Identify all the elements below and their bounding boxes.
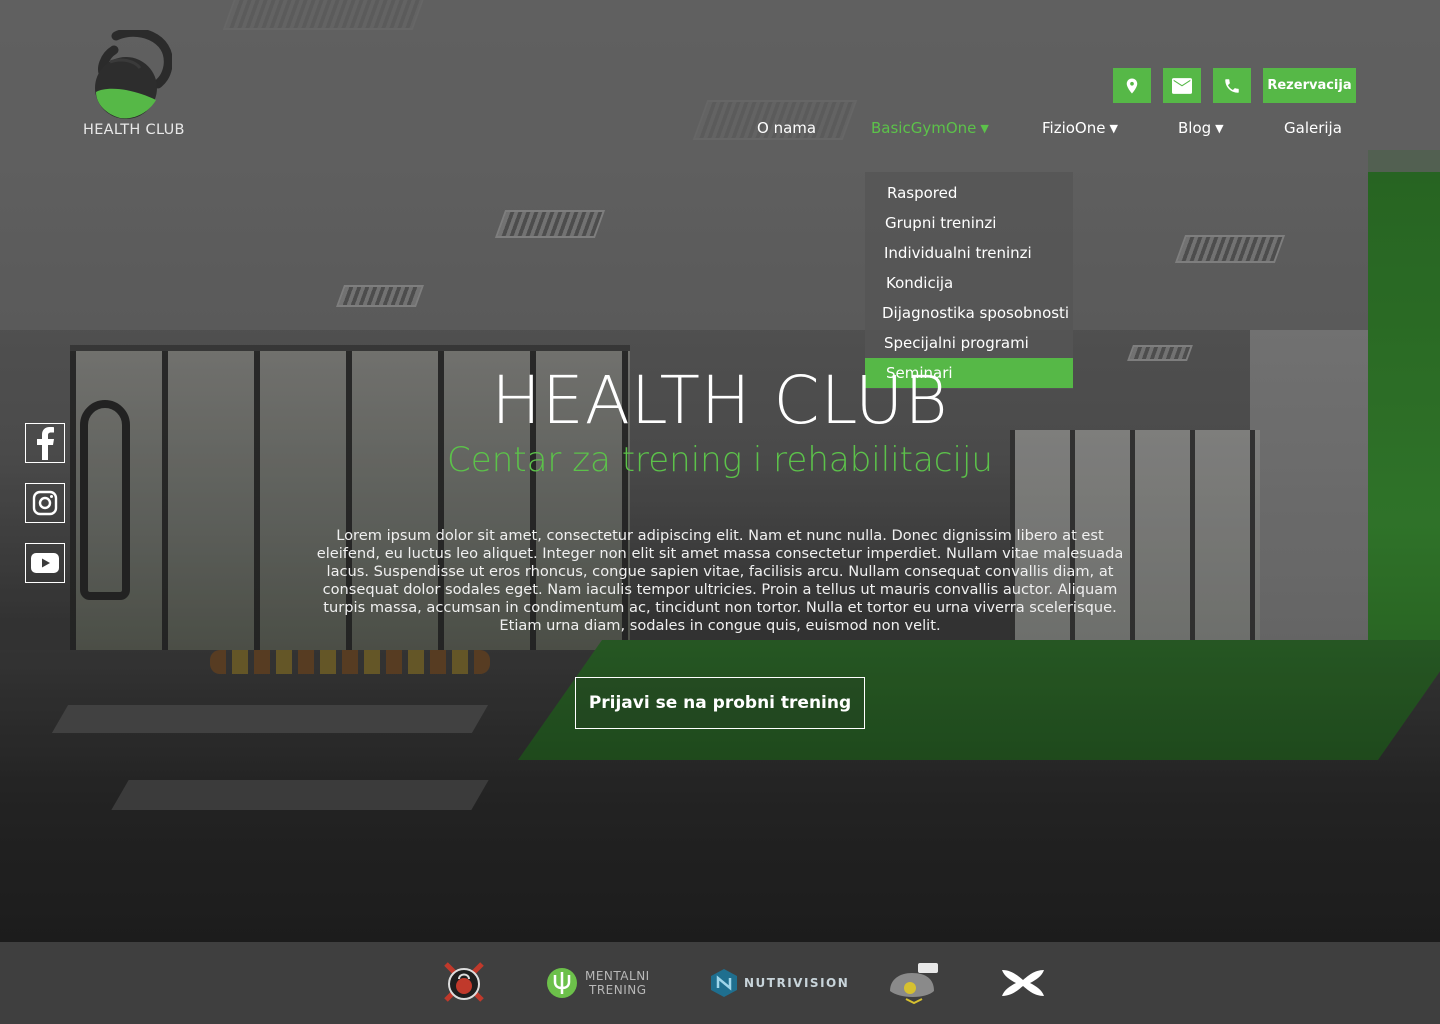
mail-icon xyxy=(1172,77,1192,94)
nav-item-galerija[interactable]: Galerija xyxy=(1284,119,1342,137)
under-armour-logo-icon xyxy=(1002,970,1044,996)
youtube-button[interactable] xyxy=(25,543,65,583)
mail-button[interactable] xyxy=(1163,68,1201,103)
main-nav: O nama BasicGymOne ▼ FizioOne ▼ Blog ▼ Gale… xyxy=(0,119,1440,141)
phone-button[interactable] xyxy=(1213,68,1251,103)
top-actions: Rezervacija xyxy=(1113,68,1356,103)
mountain-badge-icon xyxy=(890,963,938,1005)
location-button[interactable] xyxy=(1113,68,1151,103)
hero-description: Lorem ipsum dolor sit amet, consectetur … xyxy=(316,527,1124,634)
partner-basic-logo[interactable] xyxy=(440,942,488,1024)
location-pin-icon xyxy=(1126,78,1138,93)
partner-under-armour[interactable] xyxy=(998,942,1048,1024)
nav-item-label: BasicGymOne xyxy=(871,119,977,137)
caret-down-icon: ▼ xyxy=(1109,122,1118,135)
partner-nutrivision[interactable]: NUTRIVISION xyxy=(710,942,849,1024)
nav-item-label: Blog xyxy=(1178,119,1212,137)
reservation-button[interactable]: Rezervacija xyxy=(1263,68,1356,103)
nav-item-blog[interactable]: Blog ▼ xyxy=(1178,119,1224,137)
youtube-icon xyxy=(31,553,59,573)
nav-item-fizioone[interactable]: FizioOne ▼ xyxy=(1042,119,1118,137)
site-header: HEALTH CLUB Rezervacija O nama BasicGymO… xyxy=(0,0,1440,172)
partner-mentalni-trening[interactable]: MENTALNI TRENING xyxy=(545,942,650,1024)
nutrivision-hex-icon xyxy=(711,969,737,997)
hero-title: HEALTH CLUB xyxy=(491,362,949,439)
caret-down-icon: ▼ xyxy=(980,122,989,135)
basicgymone-dropdown: Raspored Grupni treninzi Individualni tr… xyxy=(865,172,1073,389)
nav-item-basicgymone[interactable]: BasicGymOne ▼ xyxy=(871,119,989,137)
partner-badge-logo[interactable] xyxy=(886,942,942,1024)
hero-subtitle: Centar za trening i rehabilitaciju xyxy=(447,440,993,480)
psi-leaf-icon xyxy=(547,968,577,998)
nav-item-label: Galerija xyxy=(1284,119,1342,137)
phone-icon xyxy=(1225,78,1239,93)
dropdown-item-dijagnostika-sposobnosti[interactable]: Dijagnostika sposobnosti xyxy=(865,298,1073,328)
kettlebell-logo-icon xyxy=(95,30,172,119)
instagram-button[interactable] xyxy=(25,483,65,523)
dropdown-item-specijalni-programi[interactable]: Specijalni programi xyxy=(865,328,1073,358)
mentalni-label: MENTALNI xyxy=(585,969,650,983)
nav-item-o-nama[interactable]: O nama xyxy=(757,119,816,137)
basic-kettlebell-logo-icon xyxy=(444,962,484,1002)
dropdown-item-grupni-treninzi[interactable]: Grupni treninzi xyxy=(865,208,1073,238)
nav-item-label: O nama xyxy=(757,119,817,137)
nav-item-label: FizioOne xyxy=(1042,119,1106,137)
caret-down-icon: ▼ xyxy=(1215,122,1224,135)
trial-training-button[interactable]: Prijavi se na probni trening xyxy=(575,677,865,729)
dropdown-item-individualni-treninzi[interactable]: Individualni treninzi xyxy=(865,238,1073,268)
nutrivision-label: NUTRIVISION xyxy=(744,976,850,990)
instagram-link[interactable] xyxy=(25,483,65,523)
dropdown-item-kondicija[interactable]: Kondicija xyxy=(865,268,1073,298)
dropdown-item-raspored[interactable]: Raspored xyxy=(865,178,1073,208)
youtube-link[interactable] xyxy=(25,543,65,583)
instagram-icon xyxy=(32,490,58,516)
partners-strip: MENTALNI TRENING NUTRIVISION xyxy=(0,942,1440,1024)
trening-label: TRENING xyxy=(589,983,647,997)
